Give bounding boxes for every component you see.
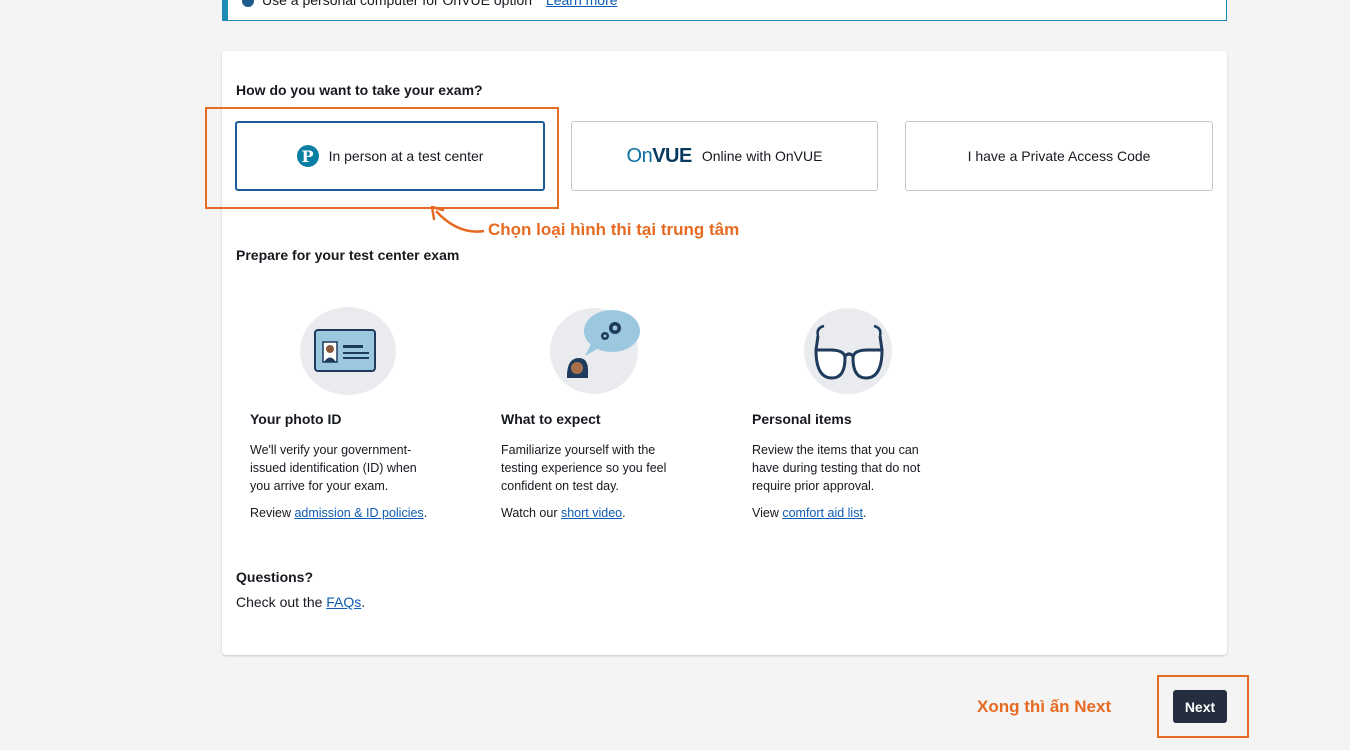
annotation-press-next: Xong thì ấn Next bbox=[977, 697, 1112, 716]
glasses-icon bbox=[804, 308, 892, 394]
exam-question-heading: How do you want to take your exam? bbox=[236, 82, 483, 98]
option-onvue[interactable]: OnVUE Online with OnVUE bbox=[571, 121, 878, 191]
feature-link-line: Review admission & ID policies. bbox=[250, 506, 427, 520]
feature-link-line: View comfort aid list. bbox=[752, 506, 866, 520]
comfort-aid-list-link[interactable]: comfort aid list bbox=[782, 506, 863, 520]
learn-more-link[interactable]: Learn more bbox=[546, 0, 618, 8]
questions-text: Check out the FAQs. bbox=[236, 594, 365, 610]
option-label: Online with OnVUE bbox=[701, 148, 823, 164]
feature-link-line: Watch our short video. bbox=[501, 506, 626, 520]
questions-prefix: Check out the bbox=[236, 594, 327, 610]
banner-text: Use a personal computer for OnVUE option bbox=[262, 0, 533, 8]
annotation-highlight-option bbox=[205, 107, 559, 209]
next-button[interactable]: Next bbox=[1173, 690, 1227, 723]
questions-title: Questions? bbox=[236, 569, 314, 585]
option-private-access-code[interactable]: I have a Private Access Code bbox=[905, 121, 1213, 191]
faqs-link[interactable]: FAQs bbox=[326, 594, 361, 610]
feature-title: Your photo ID bbox=[250, 411, 342, 427]
link-prefix: Watch our bbox=[501, 506, 561, 520]
option-label: I have a Private Access Code bbox=[967, 148, 1151, 164]
questions-suffix: . bbox=[361, 594, 366, 610]
link-prefix: View bbox=[752, 506, 783, 520]
info-icon bbox=[242, 0, 254, 8]
id-card-icon bbox=[300, 307, 396, 395]
link-suffix: . bbox=[622, 506, 626, 520]
feature-description: Review the items that you can have durin… bbox=[752, 443, 921, 493]
feature-description: Familiarize yourself with the testing ex… bbox=[501, 443, 667, 493]
person-thinking-icon bbox=[550, 308, 640, 394]
link-suffix: . bbox=[423, 506, 428, 520]
prepare-heading: Prepare for your test center exam bbox=[236, 247, 460, 263]
link-prefix: Review bbox=[250, 506, 295, 520]
feature-title: Personal items bbox=[752, 411, 852, 427]
feature-title: What to expect bbox=[501, 411, 601, 427]
admission-id-policies-link[interactable]: admission & ID policies bbox=[294, 506, 423, 520]
link-suffix: . bbox=[862, 506, 867, 520]
info-banner: Use a personal computer for OnVUE option… bbox=[222, 0, 1227, 21]
curved-arrow-icon bbox=[430, 205, 485, 233]
short-video-link[interactable]: short video bbox=[561, 506, 622, 520]
feature-description: We'll verify your government-issued iden… bbox=[250, 443, 417, 493]
onvue-logo-icon: OnVUE bbox=[626, 144, 693, 167]
annotation-choose-test-center: Chọn loại hình thi tại trung tâm bbox=[488, 220, 740, 239]
